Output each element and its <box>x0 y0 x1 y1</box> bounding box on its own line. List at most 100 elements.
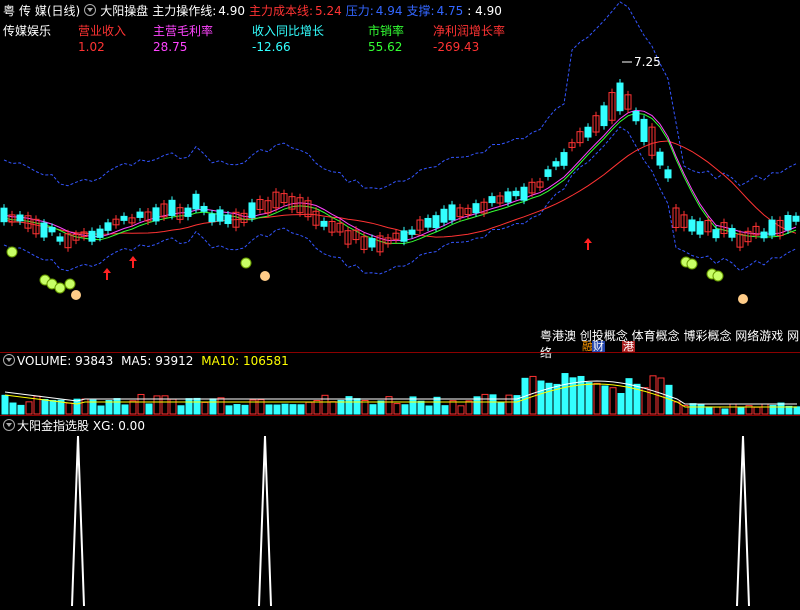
volume-chart[interactable] <box>0 353 800 415</box>
volume-bar <box>777 402 785 415</box>
apple-icon <box>54 282 66 294</box>
ma-line-green <box>3 112 797 245</box>
volume-bar <box>265 404 273 415</box>
candle-body <box>488 196 496 204</box>
candle-body <box>512 190 520 197</box>
volume-bar <box>505 394 513 415</box>
candle-body <box>16 214 24 222</box>
volume-bar <box>113 398 121 415</box>
candle-body <box>120 215 128 221</box>
volume-bar <box>793 406 800 415</box>
volume-bar <box>601 385 609 415</box>
candle-body <box>184 207 192 217</box>
apple-icon <box>6 246 18 258</box>
volume-bar <box>313 399 321 415</box>
volume-bar <box>233 404 241 415</box>
volume-bar <box>497 401 505 415</box>
volume-bar <box>281 403 289 415</box>
candle-body <box>688 219 696 232</box>
candle-body <box>632 110 640 122</box>
volume-bar <box>609 387 617 415</box>
volume-bar <box>145 403 153 415</box>
signal-spike <box>736 435 750 607</box>
signal-spike <box>258 435 272 607</box>
volume-bar <box>585 382 593 415</box>
lower-band-line <box>3 126 797 275</box>
up-arrow-icon <box>129 256 137 268</box>
volume-bar <box>457 405 465 415</box>
pointer-hand-icon <box>260 271 270 281</box>
pointer-hand-icon <box>738 294 748 304</box>
volume-bar <box>9 402 17 415</box>
volume-bar <box>25 401 33 415</box>
volume-bar <box>441 405 449 415</box>
candle-body <box>696 221 704 235</box>
apple-icon <box>712 270 724 282</box>
candle-body <box>96 228 104 238</box>
volume-bar <box>593 382 601 415</box>
candle-body <box>440 208 448 223</box>
volume-bar <box>697 404 705 415</box>
volume-bar <box>449 400 457 415</box>
volume-bar <box>185 398 193 415</box>
volume-bar <box>241 404 249 415</box>
volume-bar <box>65 402 73 415</box>
candle-body <box>192 193 200 210</box>
candle-body <box>448 204 456 221</box>
volume-bar <box>353 398 361 415</box>
volume-bar <box>489 394 497 415</box>
volume-bar <box>105 399 113 415</box>
volume-bar <box>1 394 9 415</box>
volume-bar <box>561 373 569 415</box>
volume-bar <box>201 401 209 415</box>
volume-bar <box>393 403 401 415</box>
volume-bar <box>305 401 313 415</box>
volume-ma10-line <box>4 383 797 408</box>
volume-bar <box>17 404 25 415</box>
candle-body <box>432 215 440 229</box>
volume-ma5-line <box>4 380 797 405</box>
volume-bar <box>761 403 769 415</box>
volume-bar <box>369 404 377 415</box>
candle-body <box>656 151 664 166</box>
candle-body <box>168 199 176 216</box>
candle-body <box>56 236 64 242</box>
volume-bar <box>329 401 337 415</box>
signal-chart[interactable] <box>0 416 800 610</box>
volume-bar <box>97 405 105 415</box>
volume-bar <box>289 404 297 415</box>
volume-bar <box>425 405 433 415</box>
volume-bar <box>217 397 225 415</box>
candle-body <box>712 229 720 239</box>
up-arrow-icon <box>103 268 111 280</box>
candle-body <box>152 207 160 222</box>
volume-bar <box>481 393 489 415</box>
candle-body <box>216 209 224 222</box>
candle-body <box>88 230 96 242</box>
candle-body <box>400 230 408 242</box>
volume-bar <box>193 397 201 415</box>
candle-body <box>208 213 216 223</box>
volume-bar <box>177 405 185 415</box>
candle-body <box>408 229 416 235</box>
volume-bar <box>433 396 441 415</box>
candle-body <box>760 231 768 239</box>
candlestick-chart[interactable] <box>0 0 800 352</box>
candle-body <box>664 169 672 179</box>
candle-body <box>728 228 736 238</box>
candle-body <box>368 238 376 248</box>
volume-bar <box>121 404 129 415</box>
candle-body <box>768 219 776 236</box>
volume-bar <box>137 393 145 415</box>
candle-body <box>104 222 112 231</box>
volume-bars <box>1 373 800 415</box>
volume-bar <box>537 380 545 415</box>
candle-body <box>224 214 232 225</box>
ma-line-pink <box>3 109 797 242</box>
volume-bar <box>321 394 329 415</box>
candle-body <box>552 161 560 167</box>
volume-bar <box>297 404 305 415</box>
volume-bar <box>785 405 793 415</box>
apple-icon <box>64 278 76 290</box>
candle-body <box>248 202 256 219</box>
